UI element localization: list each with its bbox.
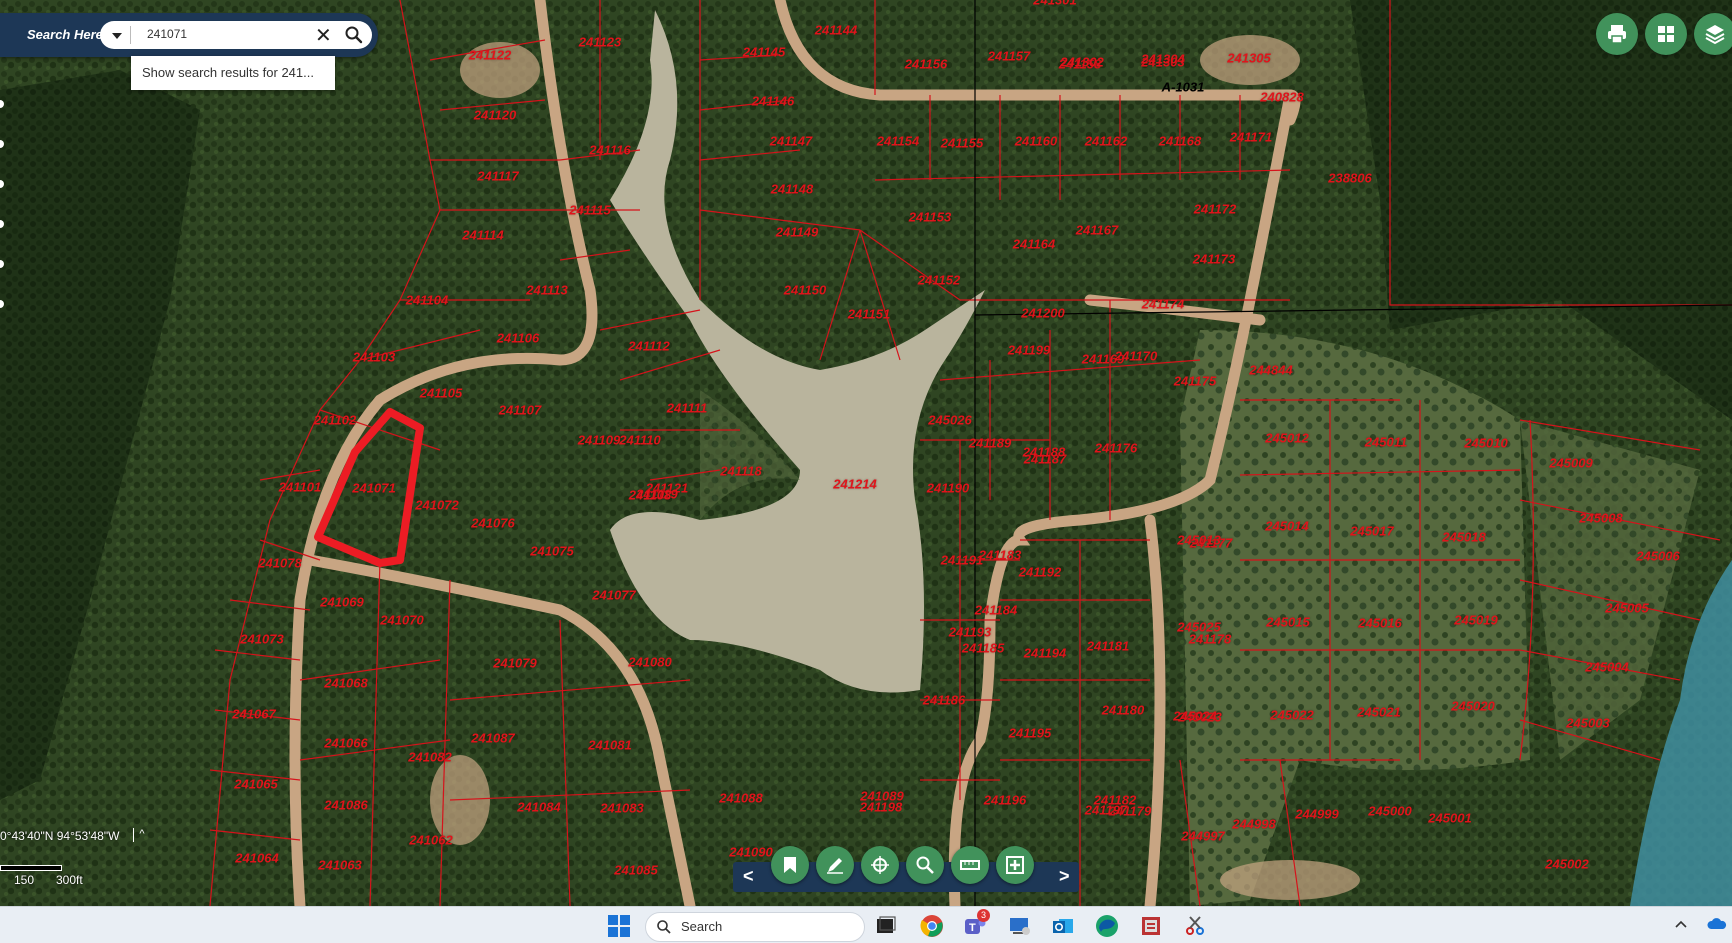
layers-button[interactable]: [1694, 13, 1732, 55]
coordinate-readout: 0°43'40"N 94°53'48"W: [0, 829, 120, 843]
snipping-tool-icon[interactable]: [1183, 914, 1207, 938]
basemap-gallery-button[interactable]: [1645, 13, 1687, 55]
add-data-button[interactable]: [996, 846, 1034, 884]
svg-text:T: T: [969, 922, 976, 934]
aerial-imagery: [0, 0, 1732, 906]
search-input[interactable]: 241071: [147, 27, 187, 41]
chevron-down-icon[interactable]: [108, 26, 126, 44]
map-view[interactable]: 241122 241123 241120 241117 241116 241114 2411…: [0, 0, 1732, 906]
app-icon[interactable]: [1139, 914, 1163, 938]
chevron-up-icon[interactable]: [1673, 917, 1697, 941]
abstract-label: A-1031: [1161, 79, 1205, 95]
notification-badge: 3: [977, 909, 990, 922]
outlook-icon[interactable]: [1051, 914, 1075, 938]
print-button[interactable]: [1596, 13, 1638, 55]
search-panel: Search Here: 241071 ✕: [0, 13, 378, 57]
search-field[interactable]: 241071 ✕: [100, 21, 372, 49]
teams-icon[interactable]: T 3: [963, 909, 990, 938]
toolbar-next-button[interactable]: >: [1059, 866, 1070, 887]
search-suggestion[interactable]: Show search results for 241...: [131, 56, 335, 90]
remote-desktop-icon[interactable]: [1008, 914, 1032, 938]
draw-icon: [827, 858, 843, 874]
scale-bar-graphic: [0, 865, 62, 871]
print-icon: [1608, 25, 1626, 44]
close-icon[interactable]: ✕: [315, 23, 332, 48]
scale-label: 300ft: [56, 873, 83, 887]
search-label: Search Here:: [27, 27, 108, 42]
add-data-icon: [1006, 856, 1024, 874]
bookmark-icon: [784, 857, 796, 873]
toolbar-prev-button[interactable]: <: [743, 866, 754, 887]
identify-button[interactable]: [861, 846, 899, 884]
zoom-select-button[interactable]: [906, 846, 944, 884]
edge-icon[interactable]: [1095, 914, 1119, 938]
map-toolbar: < >: [733, 846, 1079, 892]
identify-icon: [871, 856, 889, 874]
onedrive-icon[interactable]: [1707, 916, 1731, 940]
search-icon[interactable]: [344, 25, 366, 47]
search-icon: [657, 920, 671, 934]
divider: [130, 26, 131, 44]
draw-button[interactable]: [816, 846, 854, 884]
taskbar-search[interactable]: Search: [645, 912, 865, 942]
grid-icon: [1658, 26, 1674, 42]
windows-start-icon[interactable]: [607, 914, 631, 938]
taskbar-search-label: Search: [681, 919, 723, 934]
coordinate-toggle[interactable]: ^: [133, 828, 150, 842]
chrome-icon[interactable]: [920, 914, 944, 938]
bookmark-button[interactable]: [771, 846, 809, 884]
taskbar: Search T 3: [0, 906, 1732, 943]
zoom-select-icon: [916, 856, 934, 874]
scale-bar: 150 300ft: [0, 863, 100, 887]
measure-button[interactable]: [951, 846, 989, 884]
measure-icon: [960, 860, 980, 870]
task-view-icon[interactable]: [874, 914, 898, 938]
layers-icon: [1705, 25, 1725, 45]
scale-label: 150: [14, 873, 35, 887]
